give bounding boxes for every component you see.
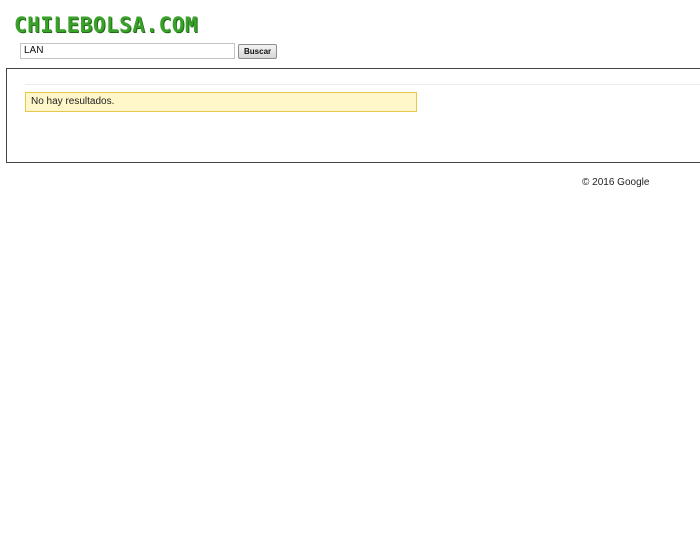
divider	[25, 84, 700, 85]
page: CHILEBOLSA.COM Buscar No hay resultados.…	[0, 0, 700, 560]
search-button[interactable]: Buscar	[238, 43, 278, 59]
search-input[interactable]	[20, 43, 235, 59]
footer-copyright: © 2016 Google	[582, 177, 650, 188]
results-panel: No hay resultados.	[6, 68, 700, 163]
search-form: Buscar	[20, 43, 278, 59]
no-results-notice: No hay resultados.	[25, 92, 417, 112]
site-logo[interactable]: CHILEBOLSA.COM	[14, 14, 198, 36]
